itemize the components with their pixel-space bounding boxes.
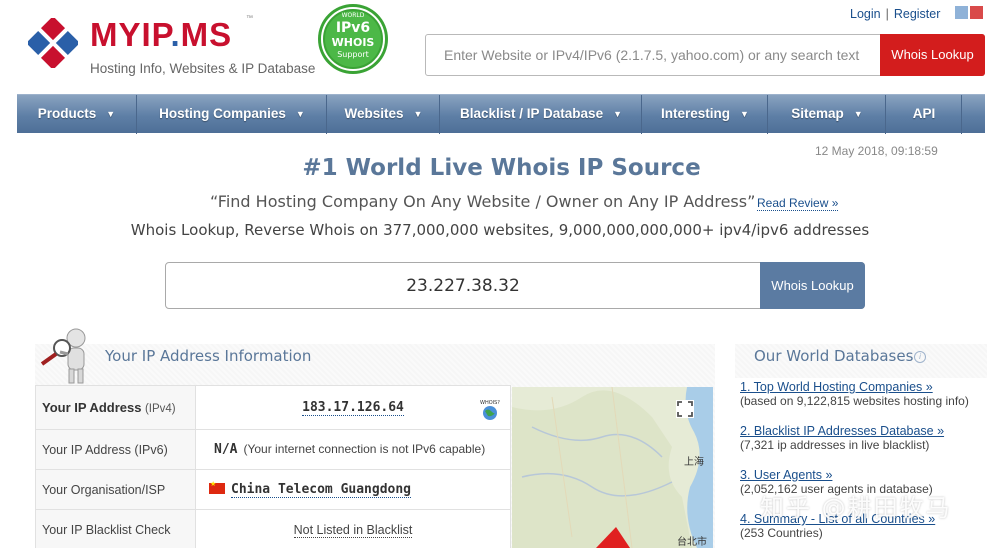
nav-hosting-companies[interactable]: Hosting Companies ▼: [138, 95, 326, 134]
nav-label: Interesting: [661, 106, 731, 121]
map-label-shanghai: 上海: [684, 457, 704, 468]
isp-value-cell: China Telecom Guangdong: [195, 469, 511, 510]
ipv4-value-link[interactable]: 183.17.126.64: [302, 400, 404, 416]
chevron-down-icon: ▼: [106, 109, 116, 119]
logo-my: MYIP: [90, 16, 171, 53]
db-link-blacklist[interactable]: 2. Blacklist IP Addresses Database »: [740, 422, 987, 438]
theme-red-icon[interactable]: [970, 6, 983, 19]
nav-divider: [136, 95, 137, 134]
map-label-taipei: 台北市: [677, 537, 707, 548]
nav-divider: [326, 95, 327, 134]
chevron-down-icon: ▼: [613, 109, 622, 119]
databases-title: Our World Databases: [754, 347, 914, 365]
chevron-down-icon: ▼: [853, 109, 863, 119]
nav-interesting[interactable]: Interesting ▼: [643, 95, 767, 134]
nav-label: Blacklist / IP Database: [460, 106, 604, 121]
badge-world-text: WORLD: [342, 12, 365, 19]
nav-divider: [767, 95, 768, 134]
table-row: Your IP Address (IPv4) 183.17.126.64: [35, 385, 511, 430]
db-desc: (based on 9,122,815 websites hosting inf…: [740, 394, 969, 408]
ipv6-label: Your IP Address (IPv6): [35, 429, 196, 470]
ipv4-label-text: Your IP Address: [42, 400, 142, 415]
db-link-hosting-companies[interactable]: 1. Top World Hosting Companies »: [740, 378, 987, 394]
nav-label: Sitemap: [791, 106, 844, 121]
hero-quote: “Find Hosting Company On Any Website / O…: [210, 192, 756, 211]
nav-divider: [961, 95, 962, 134]
nav-websites[interactable]: Websites ▼: [328, 95, 439, 134]
badge-ipv6-text: IPv6: [336, 20, 370, 36]
main-nav: Products ▼ Hosting Companies ▼ Websites ▼ B…: [17, 94, 985, 134]
nav-divider: [641, 95, 642, 134]
ipv6-whois-badge-icon[interactable]: WORLD IPv6 WHOIS Support: [313, 2, 393, 76]
nav-products[interactable]: Products ▼: [17, 95, 136, 134]
isp-label: Your Organisation/ISP: [35, 469, 196, 510]
nav-divider: [439, 95, 440, 134]
page-title: #1 World Live Whois IP Source: [302, 155, 701, 181]
db-link-user-agents[interactable]: 3. User Agents »: [740, 466, 987, 482]
logo-dot: .: [170, 16, 181, 53]
ip-info-table: Your IP Address (IPv4) 183.17.126.64 You…: [35, 385, 511, 548]
logo-tagline: Hosting Info, Websites & IP Database: [90, 61, 316, 76]
auth-separator: |: [885, 7, 889, 21]
info-icon[interactable]: i: [914, 351, 926, 363]
login-link[interactable]: Login: [850, 7, 881, 21]
ip-info-title: Your IP Address Information: [105, 347, 312, 365]
ipv4-label-suffix: (IPv4): [144, 403, 176, 415]
top-whois-lookup-button[interactable]: Whois Lookup: [880, 34, 985, 76]
nav-label: Hosting Companies: [159, 106, 286, 121]
nav-divider: [885, 95, 886, 134]
magnifier-mascot-icon: [40, 328, 86, 384]
hero-subtitle: Whois Lookup, Reverse Whois on 377,000,0…: [130, 221, 870, 239]
chevron-down-icon: ▼: [740, 109, 749, 119]
whois-globe-icon[interactable]: WHOIS?: [478, 398, 502, 422]
db-desc: (253 Countries): [740, 526, 823, 540]
ipv6-note: (Your internet connection is not IPv6 ca…: [243, 442, 486, 456]
fullscreen-icon[interactable]: [676, 400, 694, 418]
ipv4-label: Your IP Address (IPv4): [35, 385, 196, 430]
list-item: 1. Top World Hosting Companies » (based …: [735, 378, 987, 422]
chevron-down-icon: ▼: [295, 109, 305, 119]
nav-label: API: [912, 106, 936, 121]
theme-blue-icon[interactable]: [955, 6, 968, 19]
chevron-down-icon: ▼: [413, 109, 423, 119]
db-desc: (7,321 ip addresses in live blacklist): [740, 438, 930, 452]
main-search-input[interactable]: [166, 263, 760, 308]
china-flag-icon: [209, 480, 225, 494]
auth-links: Login | Register: [850, 7, 940, 21]
blacklist-label: Your IP Blacklist Check: [35, 509, 196, 548]
nav-api[interactable]: API: [887, 95, 961, 134]
nav-sitemap[interactable]: Sitemap ▼: [769, 95, 885, 134]
main-whois-lookup-button[interactable]: Whois Lookup: [760, 262, 865, 309]
blacklist-value-cell: Not Listed in Blacklist: [195, 509, 511, 548]
ipv4-value-cell: 183.17.126.64: [195, 385, 511, 430]
top-search-bar: Whois Lookup: [425, 34, 985, 76]
table-row: Your Organisation/ISP China Telecom Guan…: [35, 469, 511, 510]
isp-value-link[interactable]: China Telecom Guangdong: [231, 482, 412, 498]
nav-blacklist-ip-database[interactable]: Blacklist / IP Database ▼: [441, 95, 641, 134]
logo-text[interactable]: MYIP.MS: [90, 16, 232, 54]
theme-switcher: [955, 6, 985, 24]
myip-logo-icon[interactable]: [28, 18, 78, 68]
nav-label: Websites: [344, 106, 404, 121]
top-search-input[interactable]: [426, 35, 880, 75]
table-row: Your IP Address (IPv6) N/A (Your internet…: [35, 429, 511, 470]
nav-label: Products: [37, 106, 97, 121]
main-search-bar: Whois Lookup: [165, 262, 865, 309]
ipv6-value-cell: N/A (Your internet connection is not IPv6…: [195, 429, 511, 470]
register-link[interactable]: Register: [894, 7, 941, 21]
ipv6-value: N/A: [214, 442, 238, 457]
badge-whois-text: WHOIS: [332, 36, 375, 49]
watermark: 知乎 @耕田牧马: [760, 494, 952, 522]
blacklist-status-link[interactable]: Not Listed in Blacklist: [293, 522, 413, 538]
whois-badge-text: WHOIS?: [480, 400, 500, 406]
table-row: Your IP Blacklist Check Not Listed in Bl…: [35, 509, 511, 548]
read-review-link[interactable]: Read Review »: [757, 196, 839, 211]
logo-ms: MS: [180, 16, 233, 53]
list-item: 2. Blacklist IP Addresses Database » (7,…: [735, 422, 987, 466]
trademark-mark: ™: [246, 15, 253, 22]
badge-support-text: Support: [337, 50, 369, 59]
